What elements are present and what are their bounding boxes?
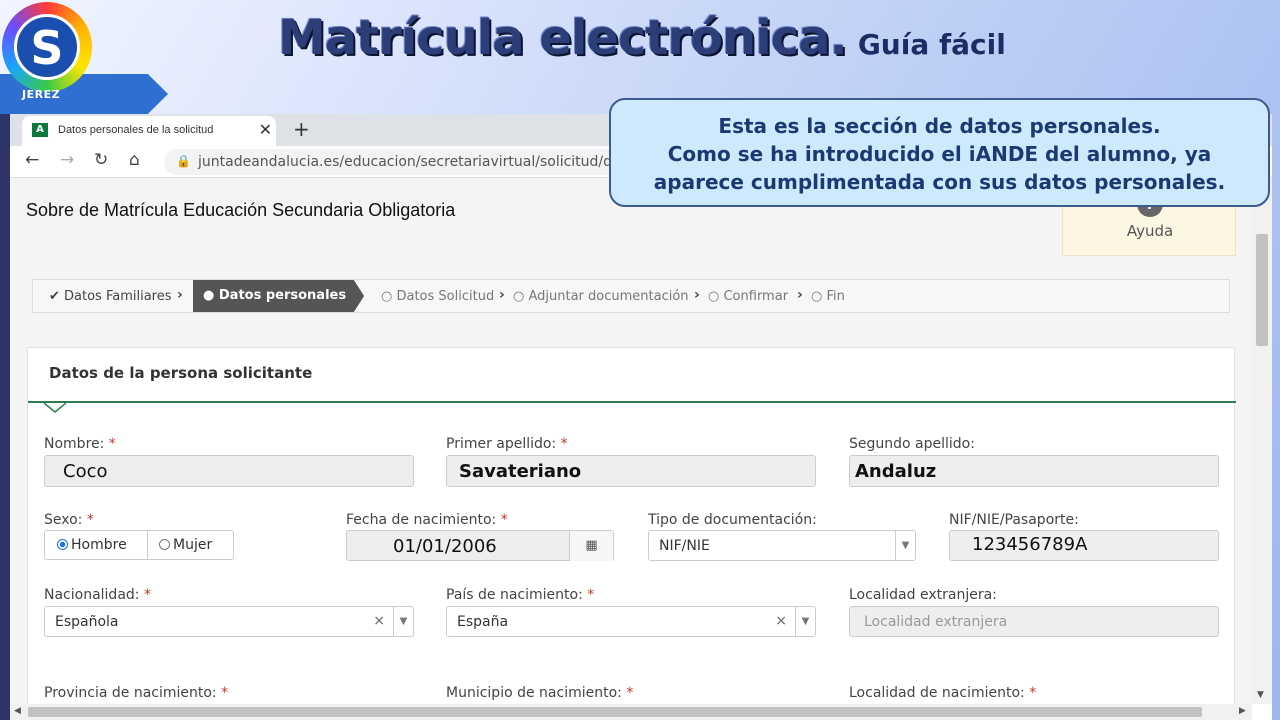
callout-line: Esta es la sección de datos personales. — [718, 114, 1161, 138]
fecha-nacimiento-field[interactable]: 01/01/2006 ▦ — [346, 530, 614, 561]
step-datos-solicitud[interactable]: ○ Datos Solicitud — [381, 289, 494, 304]
back-icon[interactable]: ← — [25, 150, 39, 170]
clear-icon[interactable]: × — [373, 613, 385, 629]
logo-s-icon: S — [30, 21, 64, 75]
tab-title: Datos personales de la solicitud — [58, 124, 214, 136]
segundo-apellido-field[interactable]: Andaluz — [849, 455, 1219, 487]
nombre-field[interactable]: Coco — [44, 455, 414, 487]
browser-tab[interactable]: A Datos personales de la solicitud ✕ — [22, 116, 276, 146]
step-label: Fin — [826, 289, 845, 304]
info-callout: Esta es la sección de datos personales. … — [609, 98, 1270, 207]
step-label: Datos Familiares — [64, 289, 172, 304]
wizard-steps: ✔ Datos Familiares › ● Datos personales … — [32, 279, 1230, 313]
step-datos-personales[interactable]: ● Datos personales — [193, 280, 365, 312]
nacionalidad-label: Nacionalidad: * — [44, 587, 151, 603]
step-fin[interactable]: ○ Fin — [811, 289, 845, 304]
sexo-label: Sexo: * — [44, 512, 94, 528]
localidad-extranjera-field[interactable]: Localidad extranjera — [849, 606, 1219, 637]
slide-left-stripe — [0, 80, 10, 720]
segundo-apellido-label: Segundo apellido: — [849, 436, 975, 452]
page-content: Sobre de Matrícula Educación Secundaria … — [10, 178, 1272, 704]
radio-mujer[interactable]: Mujer — [159, 537, 212, 553]
pais-select[interactable]: España × ▼ — [446, 606, 816, 637]
school-logo: S — [2, 2, 92, 92]
logo-emblem: S — [14, 14, 80, 80]
step-label: Datos Solicitud — [396, 289, 495, 304]
help-label: Ayuda — [1126, 222, 1174, 240]
scroll-left-icon[interactable]: ◀ — [14, 706, 21, 716]
page-title: Sobre de Matrícula Educación Secundaria … — [26, 200, 456, 220]
scroll-down-icon[interactable]: ▼ — [1257, 690, 1264, 700]
applicant-card: Datos de la persona solicitante Nombre: … — [27, 347, 1236, 704]
provincia-label: Provincia de nacimiento: * — [44, 685, 229, 701]
callout-line: aparece cumplimentada con sus datos pers… — [653, 170, 1226, 194]
step-confirmar[interactable]: ○ Confirmar — [708, 289, 788, 304]
radio-divider — [147, 531, 148, 559]
chevron-right-icon: › — [499, 287, 505, 303]
reload-icon[interactable]: ↻ — [94, 150, 108, 170]
chevron-down-icon: ▼ — [795, 607, 815, 637]
municipio-label: Municipio de nacimiento: * — [446, 685, 634, 701]
step-label: Confirmar — [723, 289, 789, 304]
new-tab-button[interactable]: + — [293, 117, 310, 141]
scroll-right-icon[interactable]: ▶ — [1239, 706, 1246, 716]
nif-label: NIF/NIE/Pasaporte: — [949, 512, 1079, 528]
slide-title-sub: Guía fácil — [857, 28, 1006, 61]
step-label: Adjuntar documentación — [528, 289, 689, 304]
radio-hombre[interactable]: Hombre — [57, 537, 127, 553]
forward-icon[interactable]: → — [60, 150, 74, 170]
nacionalidad-value: Española — [55, 614, 119, 630]
vertical-scroll-thumb[interactable] — [1256, 234, 1268, 346]
primer-apellido-label: Primer apellido: * — [446, 436, 568, 452]
horizontal-scrollbar[interactable]: ◀ ▶ — [10, 704, 1252, 720]
step-adjuntar-documentacion[interactable]: ○ Adjuntar documentación — [513, 289, 689, 304]
callout-line: Como se ha introducido el iANDE del alum… — [667, 142, 1212, 166]
chevron-down-icon: ▼ — [895, 531, 915, 561]
horizontal-scroll-thumb[interactable] — [28, 707, 1202, 717]
nacionalidad-select[interactable]: Española × ▼ — [44, 606, 414, 637]
tipo-doc-label: Tipo de documentación: — [648, 512, 817, 528]
step-label: Datos personales — [218, 288, 347, 303]
card-header: Datos de la persona solicitante — [28, 348, 1236, 403]
url-text: juntadeandalucia.es/educacion/secretaria… — [198, 154, 642, 170]
close-tab-icon[interactable]: ✕ — [259, 120, 272, 139]
chevron-right-icon: › — [694, 287, 700, 303]
localidad-extranjera-label: Localidad extranjera: — [849, 587, 997, 603]
chevron-down-icon: ▼ — [393, 607, 413, 637]
clear-icon[interactable]: × — [775, 613, 787, 629]
home-icon[interactable]: ⌂ — [129, 150, 140, 170]
nif-field[interactable]: 123456789A — [949, 530, 1219, 561]
nombre-label: Nombre: * — [44, 436, 116, 452]
slide-title: Matrícula electrónica. Guía fácil — [278, 10, 1006, 66]
radio-unchecked-icon — [159, 539, 170, 550]
chevron-right-icon: › — [177, 287, 183, 303]
step-datos-familiares[interactable]: ✔ Datos Familiares — [49, 289, 172, 304]
fecha-value: 01/01/2006 — [393, 536, 497, 557]
radio-checked-icon — [57, 539, 68, 550]
lock-icon: 🔒 — [176, 154, 191, 168]
primer-apellido-field[interactable]: Savateriano — [446, 455, 816, 487]
slide-title-main: Matrícula electrónica. — [278, 10, 848, 66]
calendar-icon[interactable]: ▦ — [569, 531, 613, 561]
tipo-doc-value: NIF/NIE — [659, 538, 710, 554]
tipo-doc-select[interactable]: NIF/NIE ▼ — [648, 530, 916, 561]
pais-label: País de nacimiento: * — [446, 587, 595, 603]
localidad-nacimiento-label: Localidad de nacimiento: * — [849, 685, 1037, 701]
card-title: Datos de la persona solicitante — [49, 364, 313, 382]
logo-text: JEREZ — [22, 88, 61, 101]
chevron-right-icon: › — [797, 287, 803, 303]
vertical-scrollbar[interactable]: ▲ ▼ — [1252, 178, 1272, 704]
card-notch-icon — [44, 403, 66, 413]
fecha-label: Fecha de nacimiento: * — [346, 512, 508, 528]
sexo-radio-group: Hombre Mujer — [44, 530, 234, 560]
pais-value: España — [457, 614, 509, 630]
junta-favicon-icon: A — [32, 123, 48, 137]
